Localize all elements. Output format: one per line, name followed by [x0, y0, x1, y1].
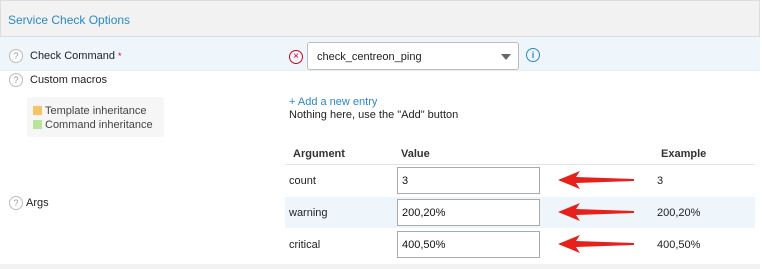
help-icon[interactable]: ? — [9, 73, 23, 87]
required-marker: * — [118, 51, 122, 61]
arg-example: 3 — [657, 175, 664, 187]
arg-value-input[interactable] — [397, 199, 540, 226]
section-title: Service Check Options — [8, 13, 131, 27]
check-command-value: check_centreon_ping — [317, 51, 422, 63]
help-icon[interactable]: ? — [9, 196, 23, 210]
info-icon[interactable]: i — [526, 48, 540, 62]
legend-command-label: Command inheritance — [45, 119, 153, 131]
check-command-label-text: Check Command — [30, 50, 115, 62]
table-row: critical 400,50% — [285, 229, 755, 260]
arg-example: 400,50% — [657, 239, 701, 251]
check-command-label: Check Command * — [30, 50, 122, 62]
example-header: Example — [661, 148, 707, 160]
args-table-header: Argument Value Example — [285, 142, 755, 165]
annotation-arrow — [558, 203, 634, 221]
annotation-arrow — [558, 235, 634, 253]
check-command-select[interactable]: check_centreon_ping — [307, 42, 519, 70]
panel-bottom-edge — [0, 264, 760, 269]
legend-template-label: Template inheritance — [45, 105, 147, 117]
arg-value-input[interactable] — [397, 167, 540, 194]
arg-name: warning — [289, 207, 328, 219]
empty-macros-text: Nothing here, use the "Add" button — [289, 109, 459, 121]
legend-command: Command inheritance — [33, 119, 153, 131]
command-swatch — [33, 120, 42, 129]
value-header: Value — [401, 148, 430, 160]
table-row: count 3 — [285, 165, 755, 196]
add-new-entry-link[interactable]: + Add a new entry — [289, 96, 377, 108]
inheritance-legend: Template inheritance Command inheritance — [27, 97, 164, 137]
service-check-options-panel: Service Check Options ? Check Command * … — [0, 0, 762, 269]
arg-name: critical — [289, 239, 321, 251]
table-row: warning 200,20% — [285, 197, 755, 228]
arg-value-input[interactable] — [397, 231, 540, 258]
section-header: Service Check Options — [0, 0, 760, 37]
template-swatch — [33, 106, 42, 115]
clear-x-icon[interactable]: × — [289, 50, 303, 64]
help-icon[interactable]: ? — [9, 49, 23, 63]
args-label: Args — [26, 197, 49, 209]
legend-template: Template inheritance — [33, 105, 147, 117]
arg-example: 200,20% — [657, 207, 701, 219]
arg-name: count — [289, 175, 316, 187]
chevron-down-icon[interactable] — [501, 54, 511, 60]
argument-header: Argument — [293, 148, 345, 160]
custom-macros-label: Custom macros — [30, 74, 108, 86]
annotation-arrow — [558, 171, 634, 189]
